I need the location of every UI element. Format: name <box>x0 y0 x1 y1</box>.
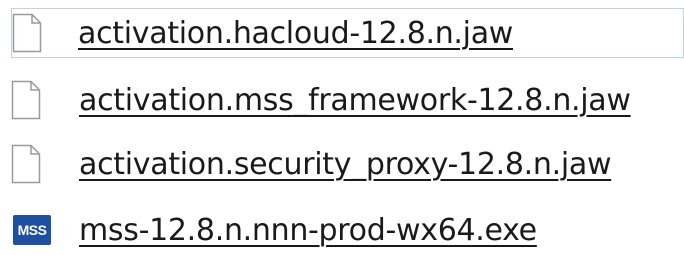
file-row-mss-framework[interactable]: activation.mss_framework-12.8.n.jaw <box>11 75 631 125</box>
file-link-security-proxy[interactable]: activation.security_proxy-12.8.n.jaw <box>79 147 612 182</box>
document-icon <box>12 13 42 53</box>
file-link-mss-exe[interactable]: mss-12.8.n.nnn-prod-wx64.exe <box>79 213 537 248</box>
file-row-hacloud[interactable]: activation.hacloud-12.8.n.jaw <box>11 8 684 58</box>
document-icon <box>11 144 41 184</box>
file-link-hacloud[interactable]: activation.hacloud-12.8.n.jaw <box>78 16 513 51</box>
file-row-mss-exe[interactable]: MSS mss-12.8.n.nnn-prod-wx64.exe <box>13 205 537 255</box>
mss-icon: MSS <box>13 215 51 245</box>
file-row-security-proxy[interactable]: activation.security_proxy-12.8.n.jaw <box>11 139 612 189</box>
file-link-mss-framework[interactable]: activation.mss_framework-12.8.n.jaw <box>79 83 631 118</box>
file-list: activation.hacloud-12.8.n.jaw activation… <box>0 0 684 250</box>
document-icon <box>11 80 41 120</box>
